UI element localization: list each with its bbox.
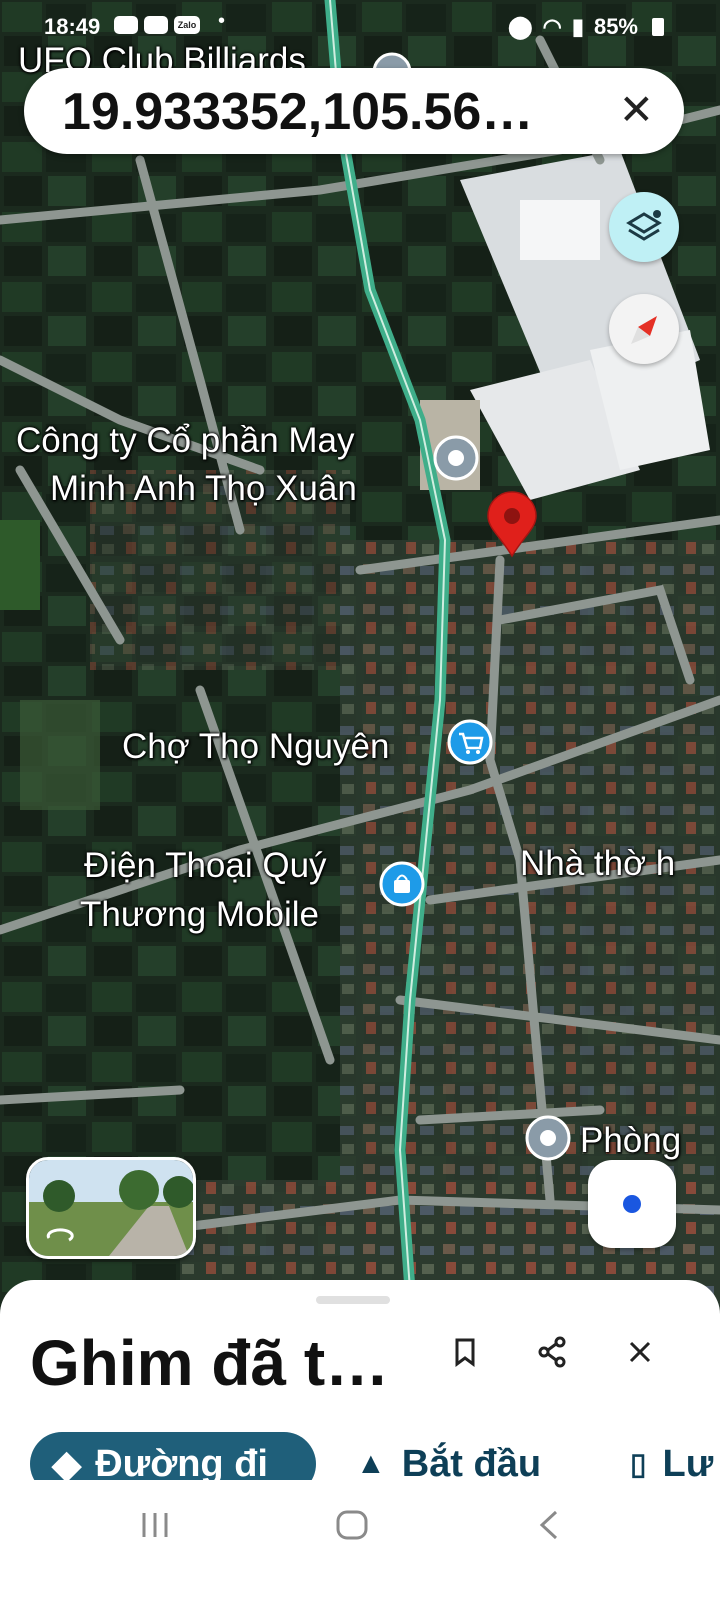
search-query[interactable]: 19.933352,105.56… — [62, 82, 533, 142]
shopping-bag-icon[interactable] — [379, 861, 425, 907]
youtube-icon — [144, 16, 168, 34]
map-label-company-line1[interactable]: Công ty Cổ phần May — [16, 420, 355, 461]
compass-icon — [631, 316, 657, 344]
recent-apps-icon[interactable] — [138, 1508, 172, 1542]
compass-button[interactable] — [609, 294, 679, 364]
map-label-phone-shop-line1[interactable]: Điện Thoại Quý — [84, 845, 327, 886]
zalo-icon: Zalo — [174, 16, 200, 34]
sheet-title: Ghim đã t… — [30, 1327, 390, 1399]
navigation-bar — [0, 1480, 720, 1600]
layers-icon — [626, 210, 662, 241]
my-location-button[interactable] — [588, 1160, 676, 1248]
drag-handle[interactable] — [316, 1296, 390, 1304]
bookmark-outline-icon: ▯ — [630, 1447, 647, 1481]
layers-button[interactable] — [609, 192, 679, 262]
close-icon[interactable]: ✕ — [619, 86, 654, 134]
shopping-cart-icon[interactable] — [447, 719, 493, 765]
back-icon[interactable] — [534, 1508, 564, 1542]
bookmark-icon[interactable] — [443, 1330, 487, 1374]
map-label-market[interactable]: Chợ Thọ Nguyên — [122, 726, 389, 767]
signal-icon: ▮ — [571, 14, 584, 39]
place-pin-icon[interactable] — [433, 435, 479, 481]
youtube-icon — [114, 16, 138, 34]
map-label-room[interactable]: Phòng — [580, 1120, 681, 1161]
status-time: 18:49 — [44, 14, 101, 39]
bottom-sheet[interactable]: Ghim đã t… ◆ Đường đi ▲ Bắt đầu ▯ Lư — [0, 1280, 720, 1500]
map-label-company-line2[interactable]: Minh Anh Thọ Xuân — [50, 468, 357, 509]
notification-dot: • — [218, 10, 226, 32]
map-label-church[interactable]: Nhà thờ h — [520, 843, 675, 884]
wifi-icon: ◠ — [542, 14, 562, 39]
my-location-icon — [623, 1195, 641, 1213]
home-icon[interactable] — [334, 1508, 370, 1542]
status-app-icons: Zalo — [114, 16, 200, 34]
status-right: ⬤ ◠ ▮ 85% — [508, 14, 664, 40]
location-icon: ⬤ — [508, 14, 533, 39]
search-bar[interactable]: 19.933352,105.56… ✕ — [24, 68, 684, 154]
street-view-image — [29, 1160, 193, 1256]
share-icon[interactable] — [530, 1330, 574, 1374]
room-pin-icon[interactable] — [525, 1115, 571, 1161]
navigation-arrow-icon: ▲ — [356, 1447, 386, 1480]
battery-percent: 85% — [593, 14, 638, 39]
close-sheet-icon[interactable] — [618, 1330, 662, 1374]
battery-icon — [652, 18, 664, 36]
street-view-thumbnail[interactable] — [26, 1157, 196, 1259]
map-label-phone-shop-line2[interactable]: Thương Mobile — [80, 894, 319, 935]
